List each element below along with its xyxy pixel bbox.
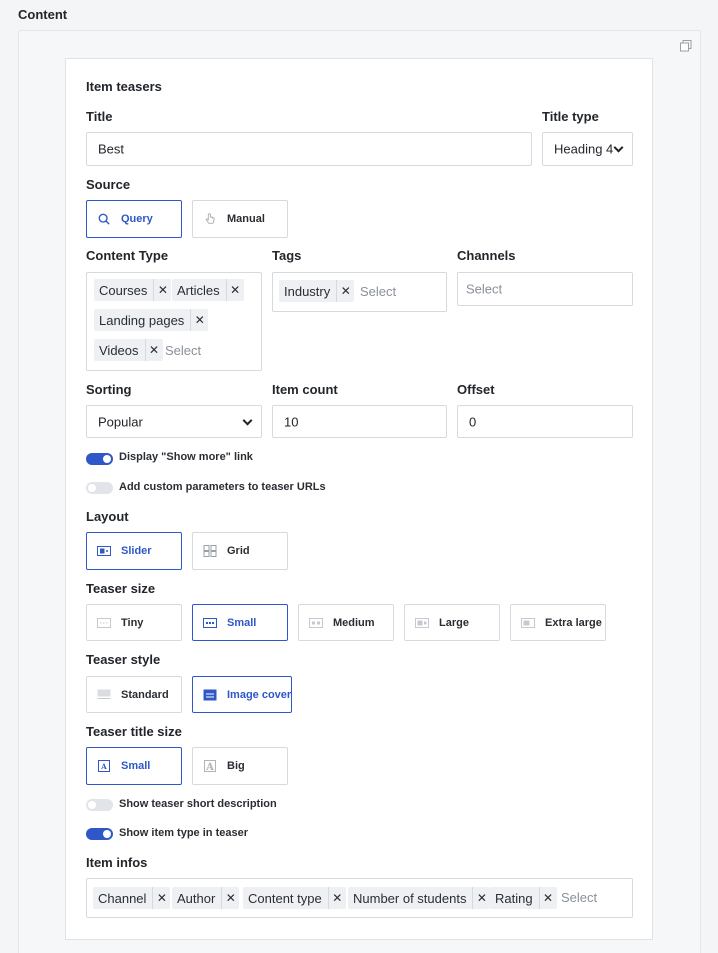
item-infos-label: Item infos <box>86 855 148 870</box>
close-icon[interactable]: ✕ <box>153 279 171 301</box>
item-type-toggle[interactable] <box>86 828 113 840</box>
tag-articles: Articles ✕ <box>172 279 244 301</box>
layout-slider-label: Slider <box>121 545 152 557</box>
short-description-toggle[interactable] <box>86 799 113 811</box>
channels-placeholder: Select <box>466 281 503 297</box>
sorting-value: Popular <box>98 414 143 429</box>
close-icon[interactable]: ✕ <box>327 887 346 909</box>
item-type-label: Show item type in teaser <box>119 827 248 839</box>
chevron-down-icon <box>613 142 624 153</box>
section-title: Content <box>18 7 68 22</box>
slider-icon <box>97 546 111 556</box>
source-label: Source <box>86 177 131 192</box>
tag-industry: Industry ✕ <box>279 280 355 302</box>
title-size-big-button[interactable]: A Big <box>192 747 288 785</box>
teaser-size-large-button[interactable]: Large <box>404 604 500 641</box>
show-more-label: Display "Show more" link <box>119 451 253 463</box>
teaser-size-label: Teaser size <box>86 581 156 596</box>
item-infos-multiselect[interactable]: Channel ✕ Author ✕ Content type ✕ Number of… <box>86 878 633 918</box>
teaser-style-standard-button[interactable]: Standard <box>86 676 182 713</box>
small-size-icon <box>203 617 217 628</box>
search-icon <box>98 213 110 225</box>
tag-channel: Channel ✕ <box>93 887 171 909</box>
image-cover-icon <box>203 689 217 700</box>
close-icon[interactable]: ✕ <box>336 280 354 302</box>
chevron-down-icon <box>242 415 253 426</box>
tag-landing-pages: Landing pages ✕ <box>94 309 209 331</box>
show-more-toggle[interactable] <box>86 453 113 465</box>
teaser-style-image-cover-button[interactable]: Image cover <box>192 676 292 713</box>
custom-params-toggle[interactable] <box>86 482 113 494</box>
copy-icon[interactable] <box>680 40 692 52</box>
close-icon[interactable]: ✕ <box>190 309 208 331</box>
tags-label: Tags <box>272 248 302 263</box>
tag-author: Author ✕ <box>172 887 240 909</box>
sorting-select[interactable]: Popular <box>86 405 262 438</box>
teaser-size-extra-large-button[interactable]: Extra large <box>510 604 606 641</box>
close-icon[interactable]: ✕ <box>221 887 239 909</box>
tag-rating: Rating ✕ <box>490 887 557 909</box>
close-icon[interactable]: ✕ <box>472 887 490 909</box>
layout-label: Layout <box>86 509 129 524</box>
title-type-value: Heading 4 <box>554 141 614 157</box>
source-query-button[interactable]: Query <box>86 200 182 238</box>
title-input[interactable]: Best <box>86 132 532 166</box>
tags-multiselect[interactable]: Industry ✕ Select <box>272 272 447 312</box>
tags-placeholder[interactable]: Select <box>360 284 396 299</box>
source-manual-label: Manual <box>227 213 265 225</box>
font-size-big-icon: A <box>204 760 216 772</box>
layout-grid-label: Grid <box>227 545 250 557</box>
short-description-label: Show teaser short description <box>119 798 277 810</box>
offset-label: Offset <box>457 382 495 397</box>
content-type-label: Content Type <box>86 248 169 263</box>
large-size-icon <box>415 617 429 628</box>
item-count-label: Item count <box>272 382 338 397</box>
title-input-value: Best <box>98 141 125 157</box>
item-count-value: 10 <box>284 414 299 429</box>
tiny-size-icon <box>97 617 111 628</box>
offset-input[interactable]: 0 <box>457 405 633 438</box>
close-icon[interactable]: ✕ <box>225 279 244 301</box>
tag-courses: Courses ✕ <box>94 279 172 301</box>
source-manual-button[interactable]: Manual <box>192 200 288 238</box>
tag-content-type: Content type ✕ <box>243 887 346 909</box>
svg-text:A: A <box>100 762 107 771</box>
layout-slider-button[interactable]: Slider <box>86 532 182 570</box>
title-type-select[interactable]: Heading 4 <box>542 132 633 166</box>
teaser-size-tiny-button[interactable]: Tiny <box>86 604 182 641</box>
title-size-small-button[interactable]: A Small <box>86 747 182 785</box>
content-type-placeholder[interactable]: Select <box>165 343 201 358</box>
custom-params-label: Add custom parameters to teaser URLs <box>119 481 326 493</box>
sorting-label: Sorting <box>86 382 132 397</box>
panel-title: Item teasers <box>86 79 162 94</box>
medium-size-icon <box>309 617 323 628</box>
tag-number-of-students: Number of students ✕ <box>348 887 491 909</box>
extra-large-size-icon <box>521 617 535 628</box>
item-count-input[interactable]: 10 <box>272 405 447 438</box>
item-infos-placeholder[interactable]: Select <box>561 890 597 905</box>
offset-value: 0 <box>469 414 477 429</box>
close-icon[interactable]: ✕ <box>538 887 557 909</box>
channels-label: Channels <box>457 248 516 263</box>
teaser-title-size-label: Teaser title size <box>86 724 182 739</box>
close-icon[interactable]: ✕ <box>144 339 163 361</box>
font-size-small-icon: A <box>98 760 110 772</box>
teaser-size-medium-button[interactable]: Medium <box>298 604 394 641</box>
standard-style-icon <box>97 689 111 699</box>
tag-videos: Videos ✕ <box>94 339 163 361</box>
channels-select[interactable]: Select <box>457 272 633 306</box>
content-type-multiselect[interactable]: Courses ✕ Articles ✕ Landing pages ✕ Videos… <box>86 272 262 371</box>
hand-pointer-icon <box>205 213 215 224</box>
svg-text:A: A <box>205 762 214 772</box>
title-label: Title <box>86 109 113 124</box>
layout-grid-button[interactable]: Grid <box>192 532 288 570</box>
teaser-size-small-button[interactable]: Small <box>192 604 288 641</box>
close-icon[interactable]: ✕ <box>152 887 170 909</box>
title-type-label: Title type <box>542 109 599 124</box>
grid-icon <box>203 545 217 557</box>
source-query-label: Query <box>121 213 153 225</box>
teaser-style-label: Teaser style <box>86 652 161 667</box>
